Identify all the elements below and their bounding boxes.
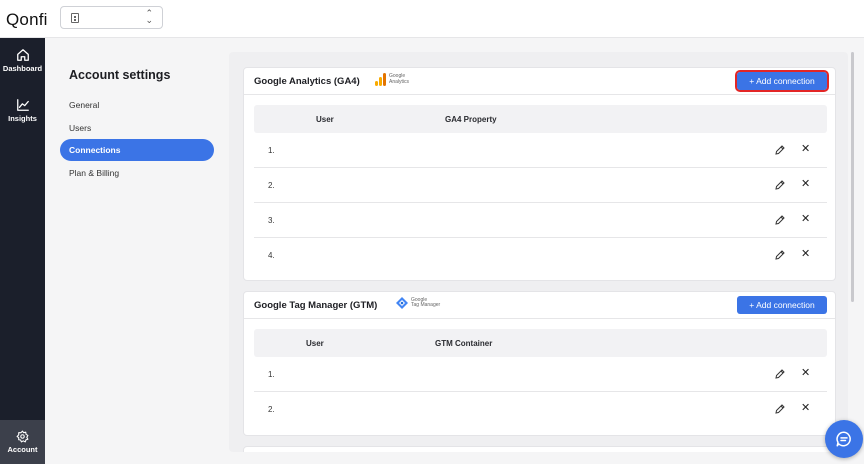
building-icon xyxy=(71,13,79,23)
gear-icon xyxy=(16,430,29,443)
google-analytics-icon xyxy=(375,73,386,86)
close-icon[interactable]: ✕ xyxy=(801,178,810,190)
row-number: 1. xyxy=(268,370,275,379)
nav-insights-label: Insights xyxy=(8,114,37,123)
gtm-card: Google Tag Manager (GTM) Google Tag Manag… xyxy=(243,291,836,436)
table-row: 1. ✕ xyxy=(254,357,827,392)
pencil-icon[interactable] xyxy=(774,214,786,226)
chevron-updown-icon: ⌃ ⌄ xyxy=(145,8,153,25)
workspace-select[interactable]: ⌃ ⌄ xyxy=(60,6,163,29)
nav-dashboard[interactable]: Dashboard xyxy=(0,48,45,73)
ga4-col-user: User xyxy=(316,115,334,124)
row-number: 4. xyxy=(268,251,275,260)
table-row: 4. ✕ xyxy=(254,238,827,273)
app-logo[interactable]: Qonfi xyxy=(6,10,48,30)
row-number: 2. xyxy=(268,405,275,414)
top-bar: Qonfi ⌃ ⌄ xyxy=(0,0,864,38)
table-row: 1. ✕ xyxy=(254,133,827,168)
nav-account[interactable]: Account xyxy=(0,420,45,464)
settings-item-plan-billing[interactable]: Plan & Billing xyxy=(60,162,214,184)
ga4-add-connection-button[interactable]: + Add connection xyxy=(735,70,829,92)
nav-account-label: Account xyxy=(7,445,38,454)
gtm-table-header: User GTM Container xyxy=(254,329,827,357)
pencil-icon[interactable] xyxy=(774,144,786,156)
gtm-col-user: User xyxy=(306,339,324,348)
close-icon[interactable]: ✕ xyxy=(801,248,810,260)
settings-item-general[interactable]: General xyxy=(60,94,214,116)
ga4-col-property: GA4 Property xyxy=(445,115,497,124)
gtm-title: Google Tag Manager (GTM) xyxy=(254,300,378,311)
close-icon[interactable]: ✕ xyxy=(801,213,810,225)
table-row: 2. ✕ xyxy=(254,168,827,203)
ga4-table-header: User GA4 Property xyxy=(254,105,827,133)
nav-insights[interactable]: Insights xyxy=(0,98,45,123)
ga4-card: Google Analytics (GA4) Google Analytics +… xyxy=(243,67,836,281)
pencil-icon[interactable] xyxy=(774,368,786,380)
row-number: 2. xyxy=(268,181,275,190)
table-row: 3. ✕ xyxy=(254,203,827,238)
close-icon[interactable]: ✕ xyxy=(801,367,810,379)
ga4-brand-line2: Analytics xyxy=(389,78,410,85)
google-analytics-logo: Google Analytics xyxy=(375,73,409,86)
settings-item-users[interactable]: Users xyxy=(60,117,214,139)
close-icon[interactable]: ✕ xyxy=(801,143,810,155)
gtm-brand-line2: Tag Manager xyxy=(411,302,441,308)
chat-bubble-icon xyxy=(836,431,851,447)
chart-line-icon xyxy=(16,99,29,111)
main-sidebar: Dashboard Insights Account xyxy=(0,38,45,464)
ga4-title: Google Analytics (GA4) xyxy=(254,76,360,87)
close-icon[interactable]: ✕ xyxy=(801,402,810,414)
settings-item-connections[interactable]: Connections xyxy=(60,139,214,161)
gtm-col-container: GTM Container xyxy=(435,339,493,348)
settings-title: Account settings xyxy=(69,68,171,82)
table-row: 2. ✕ xyxy=(254,392,827,427)
nav-dashboard-label: Dashboard xyxy=(2,64,43,73)
connections-panel: Google Analytics (GA4) Google Analytics +… xyxy=(229,52,848,452)
row-number: 1. xyxy=(268,146,275,155)
google-tag-manager-logo: Google Tag Manager xyxy=(396,297,440,309)
ga4-card-header: Google Analytics (GA4) Google Analytics +… xyxy=(244,68,835,95)
pencil-icon[interactable] xyxy=(774,249,786,261)
settings-menu: Account settings General Users Connectio… xyxy=(45,38,225,464)
pencil-icon[interactable] xyxy=(774,403,786,415)
page-scrollbar[interactable] xyxy=(851,52,854,302)
row-number: 3. xyxy=(268,216,275,225)
google-tag-manager-icon xyxy=(396,297,408,309)
chat-button[interactable] xyxy=(825,420,863,458)
pencil-icon[interactable] xyxy=(774,179,786,191)
home-icon xyxy=(16,49,29,61)
next-card xyxy=(243,446,836,452)
gtm-card-header: Google Tag Manager (GTM) Google Tag Manag… xyxy=(244,292,835,319)
gtm-add-connection-button[interactable]: + Add connection xyxy=(737,296,827,314)
